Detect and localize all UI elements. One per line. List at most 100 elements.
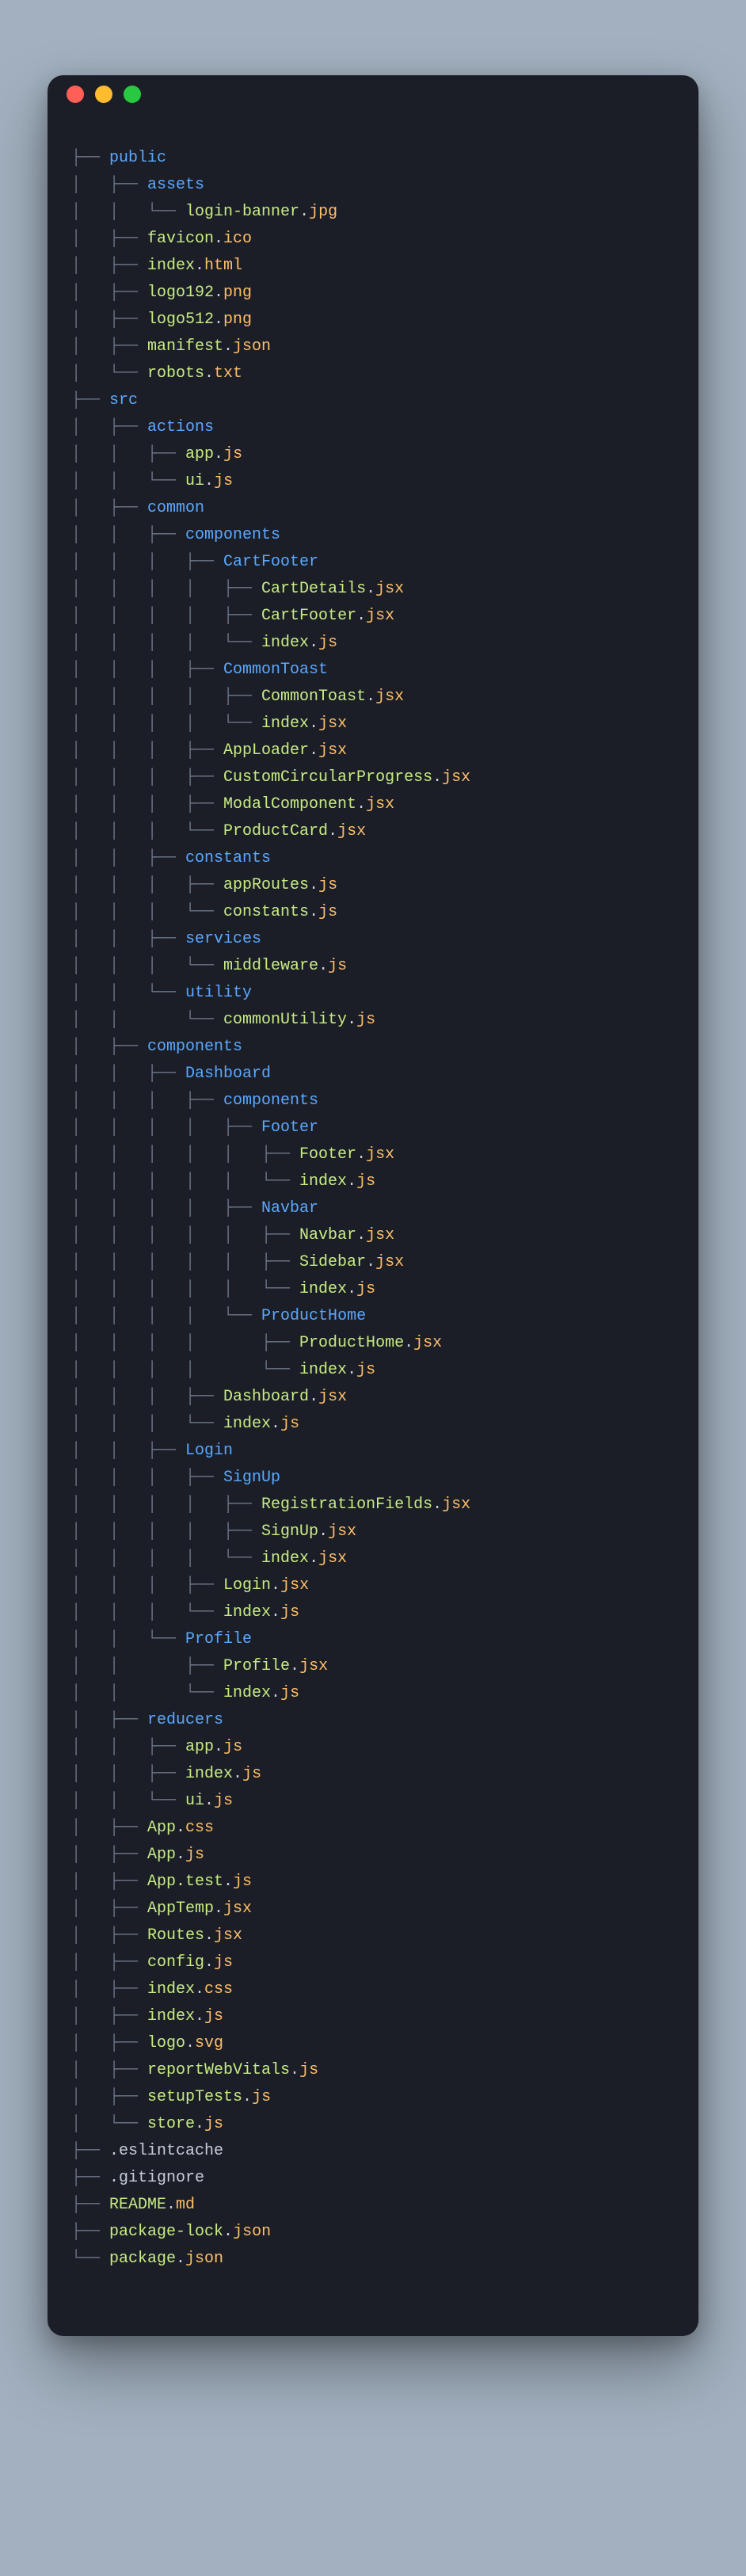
folder-icon: Navbar bbox=[261, 1199, 318, 1218]
tree-line: │ ├── common bbox=[71, 495, 675, 522]
tree-branch-glyphs: │ │ │ │ └── bbox=[71, 714, 261, 733]
tree-branch-glyphs: │ │ │ └── bbox=[71, 903, 223, 921]
file-dot: . bbox=[204, 1926, 214, 1945]
tree-line: │ │ │ └── index.js bbox=[71, 1599, 675, 1626]
folder-icon: Dashboard bbox=[185, 1065, 271, 1083]
file-dot: . bbox=[271, 1603, 280, 1621]
file-stem: app bbox=[185, 1738, 214, 1756]
tree-line: │ │ │ │ └── index.js bbox=[71, 1357, 675, 1384]
folder-icon: ProductHome bbox=[261, 1307, 366, 1325]
file-stem: logo bbox=[147, 2034, 185, 2052]
file-extension: jsx bbox=[375, 580, 404, 598]
file-dot: . bbox=[271, 1415, 280, 1433]
file-stem: SignUp bbox=[261, 1522, 318, 1541]
tree-branch-glyphs: │ │ │ └── bbox=[71, 822, 223, 840]
file-extension: js bbox=[185, 1846, 204, 1864]
tree-line: │ └── robots.txt bbox=[71, 360, 675, 387]
tree-line: │ │ └── Profile bbox=[71, 1626, 675, 1653]
tree-branch-glyphs: │ ├── bbox=[71, 1819, 147, 1837]
file-dot: . bbox=[195, 2007, 204, 2025]
tree-line: │ │ │ │ │ ├── Navbar.jsx bbox=[71, 1222, 675, 1249]
file-stem: AppLoader bbox=[223, 741, 309, 760]
file-dot: . bbox=[366, 1253, 375, 1271]
file-dot: . bbox=[356, 795, 366, 814]
file-extension: html bbox=[204, 257, 242, 275]
file-dot: . bbox=[366, 580, 375, 598]
file-extension: js bbox=[356, 1280, 375, 1298]
file-stem: ProductHome bbox=[299, 1334, 404, 1352]
file-stem: package-lock bbox=[109, 2223, 223, 2241]
folder-icon: CommonToast bbox=[223, 661, 328, 679]
file-dot: . bbox=[176, 1846, 185, 1864]
file-extension: jsx bbox=[442, 768, 470, 787]
tree-line: │ │ ├── Profile.jsx bbox=[71, 1653, 675, 1680]
tree-branch-glyphs: │ │ └── bbox=[71, 472, 185, 490]
window-maximize-icon[interactable] bbox=[124, 86, 141, 103]
file-dot: . bbox=[309, 1388, 318, 1406]
file-stem: AppTemp bbox=[147, 1900, 214, 1918]
tree-line: │ │ ├── constants bbox=[71, 845, 675, 872]
tree-branch-glyphs: │ │ │ │ ├── bbox=[71, 1199, 261, 1218]
tree-line: │ ├── config.js bbox=[71, 1949, 675, 1976]
folder-icon: services bbox=[185, 930, 261, 948]
tree-branch-glyphs: │ │ └── bbox=[71, 1630, 185, 1648]
file-dot: . bbox=[328, 822, 337, 840]
file-extension: jsx bbox=[318, 714, 347, 733]
tree-line: │ │ ├── app.js bbox=[71, 441, 675, 468]
window-minimize-icon[interactable] bbox=[95, 86, 112, 103]
file-dot: . bbox=[195, 257, 204, 275]
tree-branch-glyphs: │ │ ├── bbox=[71, 526, 185, 544]
tree-branch-glyphs: │ ├── bbox=[71, 257, 147, 275]
tree-branch-glyphs: │ │ └── bbox=[71, 203, 185, 221]
file-dot: . bbox=[166, 2196, 176, 2214]
tree-branch-glyphs: │ ├── bbox=[71, 2034, 147, 2052]
tree-branch-glyphs: │ │ └── bbox=[71, 1684, 223, 1702]
tree-line: │ │ │ │ └── index.jsx bbox=[71, 711, 675, 737]
file-dot: . bbox=[347, 1280, 356, 1298]
tree-branch-glyphs: │ │ │ │ │ ├── bbox=[71, 1145, 299, 1164]
file-dot: . bbox=[309, 903, 318, 921]
tree-line: │ │ │ └── ProductCard.jsx bbox=[71, 818, 675, 845]
tree-branch-glyphs: │ │ │ │ └── bbox=[71, 1549, 261, 1568]
file-dot: . bbox=[195, 1980, 204, 1999]
tree-branch-glyphs: │ │ │ └── bbox=[71, 1603, 223, 1621]
page-background: ├── public│ ├── assets│ │ └── login-bann… bbox=[0, 0, 746, 2576]
folder-icon: assets bbox=[147, 176, 204, 194]
file-dot: . bbox=[318, 957, 328, 975]
tree-branch-glyphs: │ │ │ │ ├── bbox=[71, 580, 261, 598]
file-stem: RegistrationFields bbox=[261, 1496, 432, 1514]
file-extension: jsx bbox=[328, 1522, 356, 1541]
tree-branch-glyphs: │ │ ├── bbox=[71, 1065, 185, 1083]
folder-icon: components bbox=[147, 1038, 242, 1056]
tree-branch-glyphs: │ ├── bbox=[71, 499, 147, 517]
folder-icon: Footer bbox=[261, 1118, 318, 1137]
file-dot: . bbox=[204, 364, 214, 383]
tree-line: │ │ ├── Login bbox=[71, 1438, 675, 1465]
file-extension: js bbox=[318, 876, 337, 894]
window-close-icon[interactable] bbox=[67, 86, 84, 103]
file-stem: index bbox=[299, 1172, 347, 1191]
file-extension: css bbox=[204, 1980, 233, 1999]
tree-branch-glyphs: │ ├── bbox=[71, 311, 147, 329]
folder-icon: common bbox=[147, 499, 204, 517]
tree-branch-glyphs: │ │ │ └── bbox=[71, 957, 223, 975]
file-extension: js bbox=[280, 1603, 299, 1621]
tree-branch-glyphs: │ │ │ │ ├── bbox=[71, 1334, 299, 1352]
file-stem: logo512 bbox=[147, 311, 214, 329]
tree-branch-glyphs: ├── bbox=[71, 2169, 109, 2187]
tree-branch-glyphs: ├── bbox=[71, 149, 109, 167]
file-extension: js bbox=[356, 1172, 375, 1191]
tree-branch-glyphs: │ │ │ ├── bbox=[71, 795, 223, 814]
tree-branch-glyphs: │ │ ├── bbox=[71, 1738, 185, 1756]
file-dot: . bbox=[214, 1900, 223, 1918]
folder-icon: SignUp bbox=[223, 1469, 280, 1487]
file-dot: . bbox=[271, 1576, 280, 1595]
file-dot: . bbox=[214, 311, 223, 329]
folder-icon: Login bbox=[185, 1442, 233, 1460]
file-stem: ui bbox=[185, 1792, 204, 1810]
file-dot: . bbox=[233, 1765, 242, 1783]
file-extension: js bbox=[280, 1415, 299, 1433]
tree-line: │ │ │ ├── SignUp bbox=[71, 1465, 675, 1492]
file-dot: . bbox=[309, 634, 318, 652]
file-plain: .eslintcache bbox=[109, 2142, 223, 2160]
